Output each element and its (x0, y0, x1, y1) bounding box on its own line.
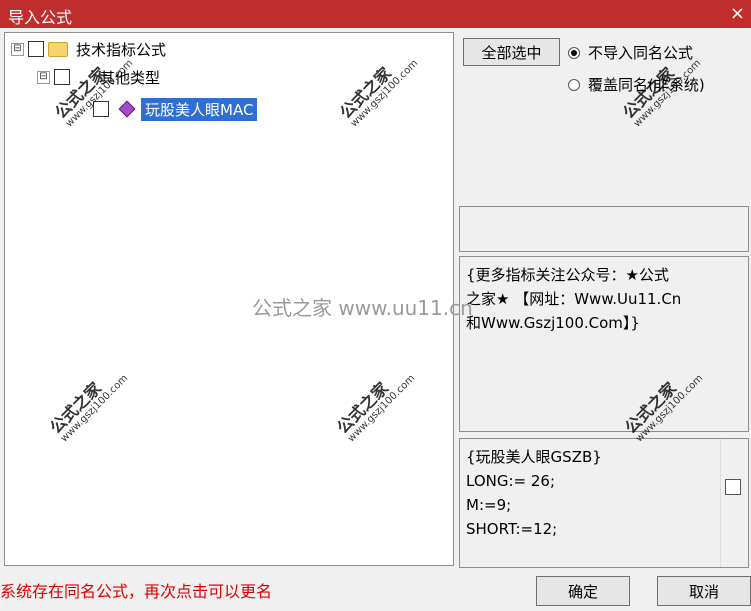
window-title: 导入公式 (8, 8, 73, 27)
description-line: 之家★ 【网址：Www.Uu11.Cn (466, 290, 682, 308)
description-line: 和Www.Gszj100.Com】} (466, 314, 640, 332)
code-checkbox[interactable] (725, 479, 741, 495)
code-panel[interactable]: {玩股美人眼GSZB} LONG:= 26; M:=9; SHORT:=12; (459, 438, 749, 568)
collapse-icon[interactable]: ⊟ (37, 70, 50, 84)
title-bar: 导入公式 × (0, 0, 751, 28)
code-line: {玩股美人眼GSZB} (466, 448, 602, 466)
root-checkbox[interactable] (28, 41, 44, 57)
status-message: 系统存在同名公式，再次点击可以更名 (0, 582, 273, 601)
description-panel: {更多指标关注公众号：★公式 之家★ 【网址：Www.Uu11.Cn 和Www.… (459, 256, 749, 432)
code-line: M:=9; (466, 496, 512, 514)
radio-icon[interactable] (568, 46, 580, 59)
cancel-button[interactable]: 取消 (657, 576, 751, 606)
center-watermark: 公式之家 www.uu11.cn (252, 296, 473, 320)
scrollbar[interactable] (720, 439, 748, 567)
empty-panel (459, 206, 749, 252)
folder-icon (48, 41, 68, 57)
code-line: SHORT:=12; (466, 520, 558, 538)
import-options: 全部选中 不导入同名公式 覆盖同名(非系统) (458, 32, 751, 202)
close-icon[interactable]: × (730, 3, 745, 24)
formula-icon (118, 100, 136, 118)
tree-node-root[interactable]: ⊟ 技术指标公式 (11, 37, 166, 61)
tree-node-formula[interactable]: 玩股美人眼MAC (83, 97, 258, 121)
tree-node-label[interactable]: 玩股美人眼MAC (141, 97, 258, 121)
collapse-icon[interactable]: ⊟ (11, 42, 24, 56)
code-line: LONG:= 26; (466, 472, 556, 490)
category-checkbox[interactable] (54, 69, 70, 85)
description-line: {更多指标关注公众号：★公式 (466, 266, 669, 284)
select-all-button[interactable]: 全部选中 (463, 38, 560, 66)
radio-icon[interactable] (568, 78, 580, 91)
ok-button[interactable]: 确定 (536, 576, 630, 606)
